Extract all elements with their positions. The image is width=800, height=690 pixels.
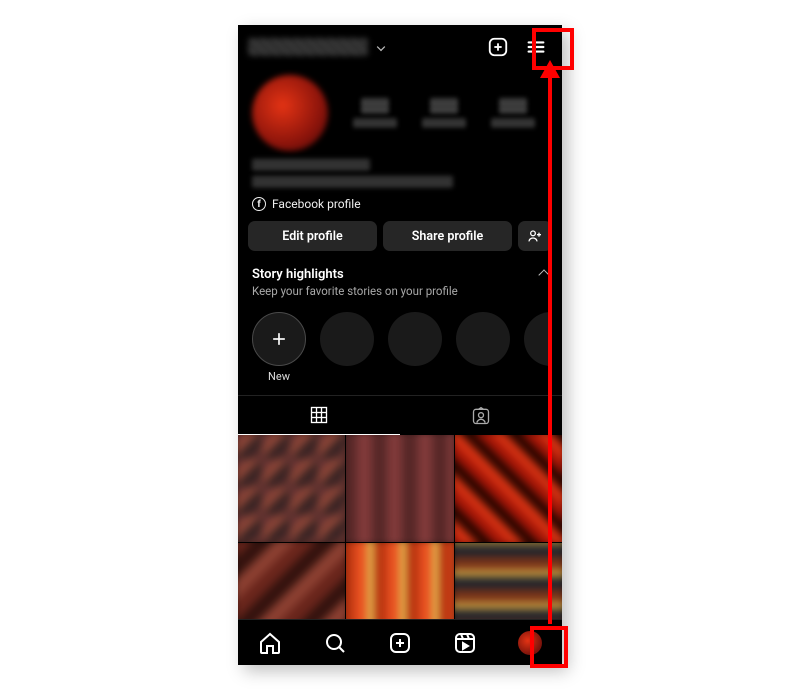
profile-stats xyxy=(340,98,548,128)
share-profile-button[interactable]: Share profile xyxy=(383,221,512,251)
phone-screen: f Facebook profile Edit profile Share pr… xyxy=(238,25,562,665)
nav-reels[interactable] xyxy=(449,627,481,659)
post-thumbnail[interactable] xyxy=(346,435,453,542)
highlight-new-label: New xyxy=(252,370,306,383)
username[interactable] xyxy=(248,38,368,56)
post-thumbnail[interactable] xyxy=(455,435,562,542)
stat-following[interactable] xyxy=(491,98,535,128)
facebook-link-label: Facebook profile xyxy=(272,197,361,211)
post-thumbnail[interactable] xyxy=(238,435,345,542)
edit-profile-button[interactable]: Edit profile xyxy=(248,221,377,251)
tab-grid[interactable] xyxy=(238,396,400,435)
bio-section xyxy=(238,151,562,188)
chevron-down-icon[interactable] xyxy=(377,43,385,51)
stat-posts[interactable] xyxy=(353,98,397,128)
profile-avatar[interactable] xyxy=(252,75,328,151)
highlight-placeholder xyxy=(456,312,510,383)
highlights-title: Story highlights xyxy=(252,267,540,282)
hamburger-menu-button[interactable] xyxy=(520,31,552,63)
collapse-chevron-icon[interactable] xyxy=(538,269,549,280)
facebook-profile-link[interactable]: f Facebook profile xyxy=(238,193,562,221)
highlight-placeholder xyxy=(388,312,442,383)
nav-profile[interactable] xyxy=(514,627,546,659)
profile-actions: Edit profile Share profile xyxy=(238,221,562,263)
highlight-placeholder xyxy=(524,312,548,383)
highlight-new[interactable]: New xyxy=(252,312,306,383)
stat-followers[interactable] xyxy=(422,98,466,128)
nav-home[interactable] xyxy=(254,627,286,659)
highlights-row: New xyxy=(252,298,548,389)
feed-tabs xyxy=(238,395,562,435)
bio-name xyxy=(252,159,370,171)
highlight-placeholder xyxy=(320,312,374,383)
nav-create[interactable] xyxy=(384,627,416,659)
profile-header xyxy=(238,25,562,69)
nav-search[interactable] xyxy=(319,627,351,659)
bottom-nav xyxy=(238,619,562,665)
profile-summary-row xyxy=(238,69,562,151)
tab-tagged[interactable] xyxy=(400,396,562,435)
facebook-icon: f xyxy=(252,197,266,211)
nav-profile-avatar-icon xyxy=(518,631,542,655)
story-highlights-section: Story highlights Keep your favorite stor… xyxy=(238,263,562,395)
highlights-subtitle: Keep your favorite stories on your profi… xyxy=(252,284,540,298)
bio-text xyxy=(252,176,453,188)
create-button[interactable] xyxy=(482,31,514,63)
discover-people-button[interactable] xyxy=(518,221,552,251)
